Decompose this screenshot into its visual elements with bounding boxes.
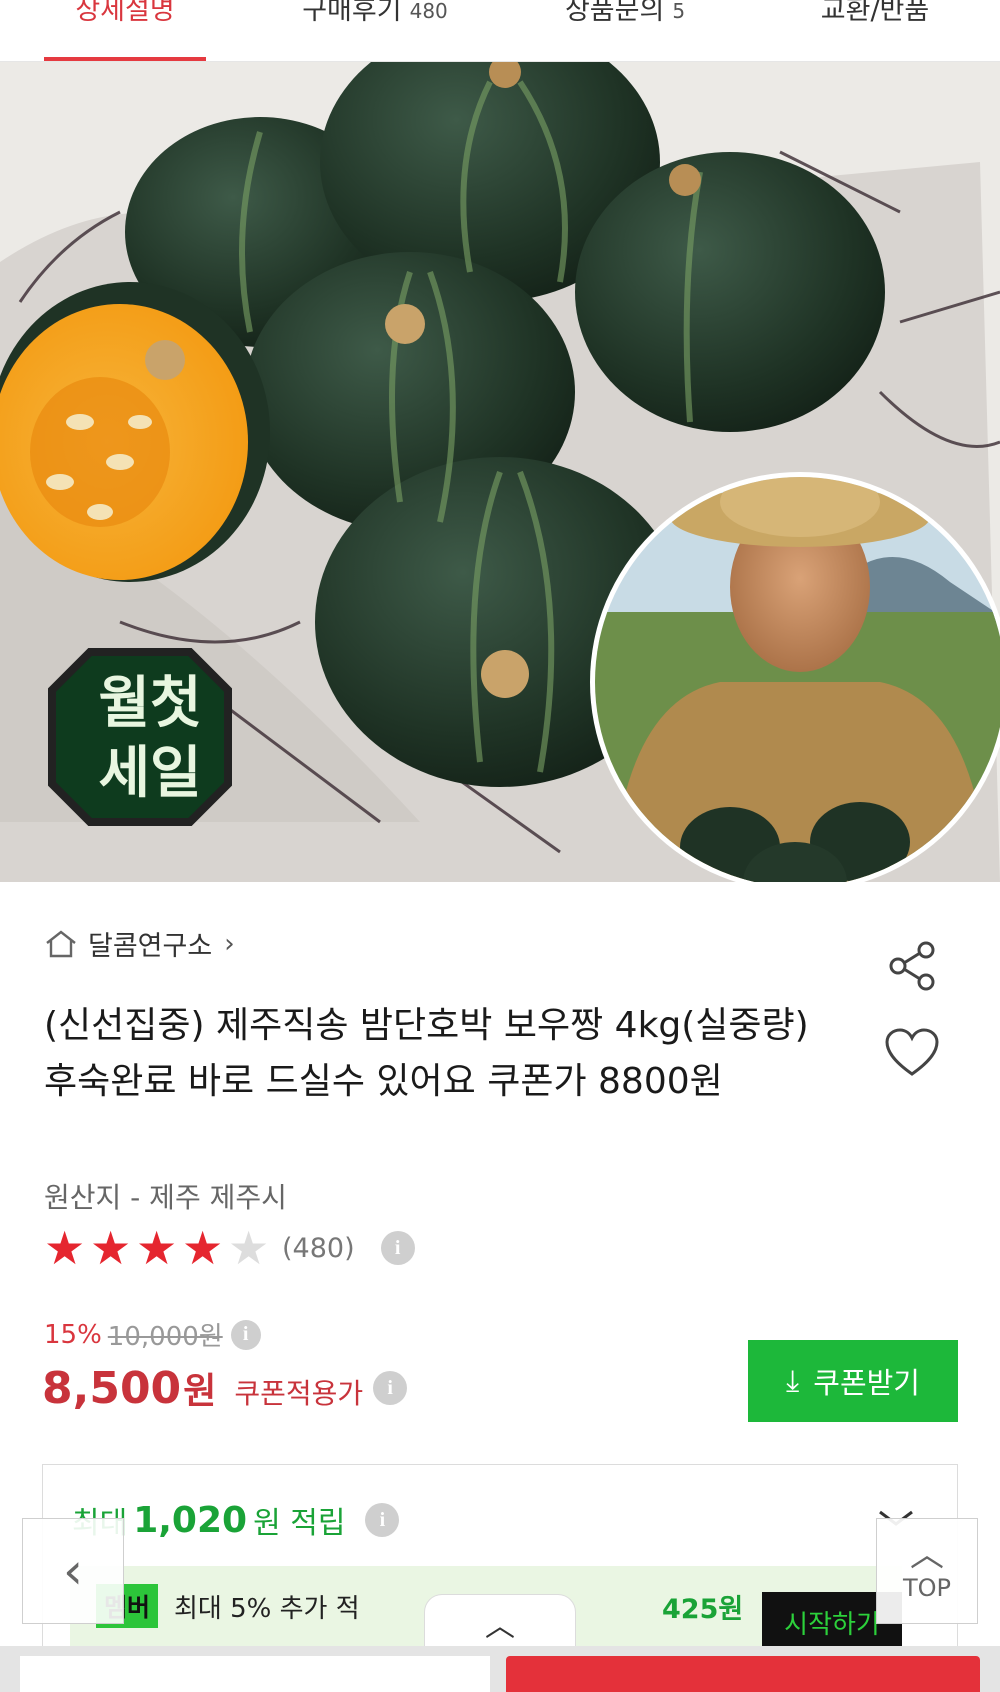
- chevron-right-icon: ›: [224, 928, 235, 959]
- info-icon[interactable]: i: [373, 1371, 408, 1405]
- top-label: TOP: [902, 1574, 952, 1602]
- product-title: (신선집중) 제주직송 밤단호박 보우짱 4kg(실중량) 후숙완료 바로 드실…: [44, 1005, 809, 1102]
- info-icon[interactable]: i: [365, 1503, 400, 1537]
- shop-name: 달콤연구소: [88, 931, 213, 962]
- sale-price: 8,500: [42, 1363, 182, 1414]
- shop-link[interactable]: 달콤연구소 ›: [44, 924, 235, 963]
- detail-tabs: 상세설명 구매후기 480 상품문의 5 교환/반품: [0, 0, 1000, 62]
- info-icon[interactable]: i: [380, 1231, 415, 1265]
- product-origin: 원산지 - 제주 제주시: [44, 1181, 287, 1214]
- tab-description[interactable]: 상세설명: [0, 0, 250, 61]
- price-label: 쿠폰적용가: [234, 1377, 364, 1410]
- tab-description-label: 상세설명: [75, 0, 175, 26]
- price-row: 8,500 원 쿠폰적용가 i: [42, 1362, 408, 1414]
- expand-drawer-tab[interactable]: ︿: [424, 1594, 576, 1650]
- product-hero-image[interactable]: 월첫 세일: [0, 62, 1000, 882]
- tab-reviews-count: 480: [409, 0, 448, 23]
- star-icon: ★: [44, 1221, 86, 1275]
- star-icon: ★: [182, 1221, 224, 1275]
- member-extra-points: 425원: [662, 1593, 744, 1625]
- tab-reviews-label: 구매후기: [302, 0, 402, 26]
- member-text: 최대 5% 추가 적: [174, 1593, 360, 1624]
- chevron-up-icon: ︿: [485, 1608, 515, 1644]
- get-coupon-label: 쿠폰받기: [813, 1366, 920, 1400]
- badge-text-line1: 월첫: [98, 671, 201, 736]
- discount-row: 15% 10,000원 i: [44, 1316, 261, 1353]
- tab-reviews[interactable]: 구매후기 480: [250, 0, 500, 61]
- download-icon: ⤓: [786, 1363, 800, 1399]
- wishlist-heart-icon[interactable]: [884, 1028, 940, 1078]
- rating-stars: ★ ★ ★ ★ ★: [44, 1221, 274, 1275]
- bottom-secondary-button[interactable]: [20, 1656, 490, 1692]
- share-icon[interactable]: [884, 938, 940, 994]
- get-coupon-button[interactable]: ⤓ 쿠폰받기: [748, 1340, 958, 1422]
- tab-exchange-label: 교환/반품: [820, 0, 930, 26]
- points-suffix: 원 적립: [253, 1506, 346, 1541]
- price-unit: 원: [183, 1371, 217, 1412]
- info-icon[interactable]: i: [230, 1319, 261, 1350]
- tab-inquiries[interactable]: 상품문의 5: [500, 0, 750, 61]
- chevron-up-icon: ︿: [910, 1535, 944, 1575]
- tab-inquiries-label: 상품문의: [564, 0, 665, 26]
- star-empty-icon: ★: [228, 1221, 270, 1275]
- pumpkin-illustration: 월첫 세일: [0, 62, 1000, 882]
- discount-percent: 15%: [44, 1319, 102, 1350]
- chevron-left-icon: ‹: [63, 1542, 83, 1600]
- bottom-buy-button[interactable]: [506, 1656, 980, 1692]
- points-value: 1,020: [133, 1499, 248, 1541]
- star-icon: ★: [90, 1221, 132, 1275]
- back-button[interactable]: ‹: [22, 1518, 124, 1624]
- original-price: 10,000원: [107, 1322, 223, 1352]
- badge-text-line2: 세일: [98, 741, 201, 806]
- tab-inquiries-count: 5: [672, 0, 686, 23]
- star-icon: ★: [136, 1221, 178, 1275]
- home-icon: [46, 929, 76, 957]
- review-count: (480): [282, 1232, 355, 1264]
- scroll-top-button[interactable]: ︿ TOP: [876, 1518, 978, 1624]
- rating-row[interactable]: ★ ★ ★ ★ ★ (480) i: [44, 1221, 415, 1275]
- tab-exchange-return[interactable]: 교환/반품: [750, 0, 1000, 61]
